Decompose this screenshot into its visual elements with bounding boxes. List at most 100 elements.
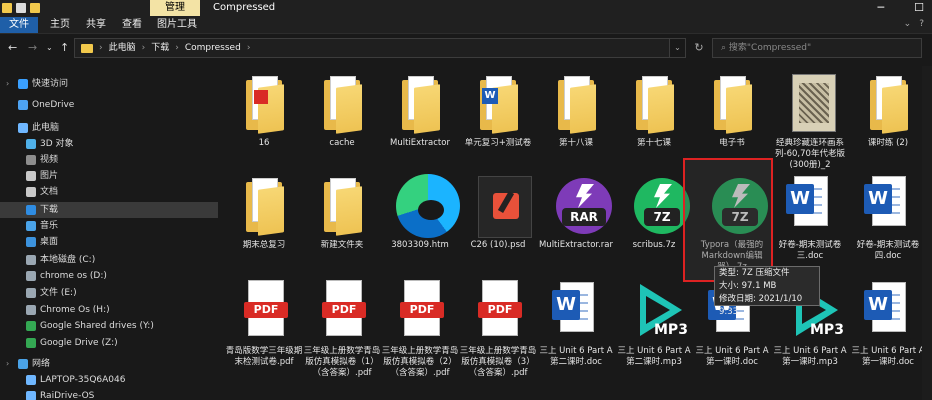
folder-icon xyxy=(318,72,366,136)
file-name-label: 单元复习+测试卷 xyxy=(464,138,532,148)
file-name-label: 三上 Unit 6 Part A 第二课时.mp3 xyxy=(617,346,691,367)
file-name-label: 经典珍藏连环画系列-60,70年代老版(300册)_2 xyxy=(775,138,845,170)
star-icon xyxy=(18,79,28,89)
file-name-label: MultiExtractor xyxy=(390,138,450,148)
pdf-icon: PDF xyxy=(474,280,522,344)
breadcrumb-downloads[interactable]: 下载 xyxy=(151,39,169,57)
tooltip-modified: 修改日期: 2021/1/10 9:33 xyxy=(719,294,803,317)
sidebar-item-label: Chrome Os (H:) xyxy=(40,305,110,315)
expand-chevron-icon[interactable]: › xyxy=(6,76,9,92)
file-name-label: C26 (10).psd xyxy=(470,240,526,250)
selected-item-highlight xyxy=(683,158,773,282)
psd-file-icon xyxy=(474,174,532,238)
file-tooltip: 类型: 7Z 压缩文件 大小: 97.1 MB 修改日期: 2021/1/10 … xyxy=(714,266,820,317)
tab-view[interactable]: 查看 xyxy=(118,17,146,33)
sidebar-item-label: 图片 xyxy=(40,171,59,181)
file-name-label: 三上 Unit 6 Part A 第一课时.doc xyxy=(695,346,769,367)
search-icon: ⌕ xyxy=(721,43,729,53)
sidebar-item[interactable]: 下载 xyxy=(0,202,218,218)
word-document-icon: W xyxy=(552,280,600,344)
drive-icon xyxy=(26,255,36,265)
sidebar-item[interactable]: 此电脑 xyxy=(0,120,218,136)
help-icon[interactable]: ? xyxy=(919,19,924,29)
sidebar-item[interactable]: LAPTOP-35Q6A046 xyxy=(0,372,218,388)
search-placeholder: 搜索"Compressed" xyxy=(728,43,812,53)
sidebar-item[interactable]: 快速访问 › xyxy=(0,76,218,92)
sidebar-item[interactable]: 文件 (E:) xyxy=(0,285,218,301)
sidebar-item[interactable]: Google Drive (Z:) xyxy=(0,335,218,351)
refresh-icon[interactable]: ↻ xyxy=(690,38,708,58)
pdf-icon: PDF xyxy=(240,280,288,344)
explorer-icon[interactable] xyxy=(2,3,12,13)
sidebar-item[interactable]: 音乐 xyxy=(0,218,218,234)
sidebar-item[interactable]: 图片 xyxy=(0,168,218,184)
vertical-scrollbar[interactable] xyxy=(922,66,932,400)
up-arrow-icon[interactable]: ↑ xyxy=(60,41,69,54)
chevron-right-icon[interactable]: › xyxy=(175,39,179,57)
word-document-icon: W xyxy=(786,174,834,238)
sidebar-item-label: 文件 (E:) xyxy=(40,288,77,298)
file-name-label: 好卷-期末测试卷四.doc xyxy=(856,240,920,261)
sidebar-item[interactable]: 视频 xyxy=(0,152,218,168)
recent-locations-icon[interactable]: ⌄ xyxy=(46,43,53,52)
sidebar-item-label: 快速访问 xyxy=(32,79,69,89)
file-name-label: 好卷-期末测试卷三.doc xyxy=(778,240,842,261)
breadcrumb-this-pc[interactable]: 此电脑 xyxy=(109,39,136,57)
sidebar-item-label: 视频 xyxy=(40,155,59,165)
sidebar-item[interactable]: Google Shared drives (Y:) xyxy=(0,318,218,334)
manage-context-tab[interactable]: 管理 xyxy=(150,0,200,16)
google-drive-icon xyxy=(26,338,36,348)
sidebar-item-label: OneDrive xyxy=(32,100,75,110)
file-name-label: 三上 Unit 6 Part A 第一课时.doc xyxy=(851,346,925,367)
sidebar-item-label: 此电脑 xyxy=(32,123,60,133)
tooltip-size: 大小: 97.1 MB xyxy=(719,281,777,291)
maximize-button[interactable]: ☐ xyxy=(914,1,924,14)
file-name-label: MultiExtractor.rar xyxy=(538,240,614,250)
breadcrumb-compressed[interactable]: Compressed xyxy=(185,39,241,57)
documents-icon xyxy=(26,187,36,197)
computer-icon xyxy=(26,375,36,385)
sidebar-item[interactable]: Chrome Os (H:) xyxy=(0,302,218,318)
address-bar[interactable]: › 此电脑 › 下载 › Compressed › xyxy=(74,38,670,58)
expand-ribbon-icon[interactable]: ⌄ xyxy=(904,19,912,29)
chevron-right-icon[interactable]: › xyxy=(99,39,103,57)
tab-home[interactable]: 主页 xyxy=(46,17,74,33)
file-name-label: cache xyxy=(329,138,355,148)
properties-icon[interactable] xyxy=(16,3,26,13)
chevron-right-icon[interactable]: › xyxy=(142,39,146,57)
file-name-label: 三上 Unit 6 Part A 第二课时.doc xyxy=(539,346,613,367)
forward-arrow-icon[interactable]: → xyxy=(28,41,37,54)
sidebar-item[interactable]: chrome os (D:) xyxy=(0,268,218,284)
chevron-right-icon[interactable]: › xyxy=(247,39,251,57)
sidebar-item[interactable]: 网络 › xyxy=(0,356,218,372)
minimize-button[interactable]: ─ xyxy=(878,1,885,14)
tab-share[interactable]: 共享 xyxy=(82,17,110,33)
download-icon xyxy=(26,205,36,215)
search-box[interactable]: ⌕ 搜索"Compressed" xyxy=(712,38,922,58)
sidebar-item-label: 3D 对象 xyxy=(40,139,74,149)
rar-archive-icon: RAR xyxy=(552,174,612,238)
folder-icon xyxy=(81,43,93,53)
pdf-icon: PDF xyxy=(318,280,366,344)
tab-file[interactable]: 文件 xyxy=(0,17,38,33)
folder-icon xyxy=(630,72,678,136)
sidebar-item[interactable]: 本地磁盘 (C:) xyxy=(0,252,218,268)
new-folder-icon[interactable] xyxy=(30,3,40,13)
word-document-icon: W xyxy=(864,280,912,344)
sidebar-item[interactable]: OneDrive xyxy=(0,97,218,113)
sidebar-item[interactable]: 桌面 xyxy=(0,234,218,250)
sidebar-item[interactable]: RaiDrive-OS xyxy=(0,388,218,400)
expand-chevron-icon[interactable]: › xyxy=(6,356,9,372)
folder-icon xyxy=(240,72,288,136)
file-name-label: 三年级上册数学青岛版仿真模拟卷（1）（含答案）.pdf xyxy=(303,346,381,378)
sidebar-item-label: 音乐 xyxy=(40,221,59,231)
back-arrow-icon[interactable]: ← xyxy=(8,41,17,54)
tab-picture-tools[interactable]: 图片工具 xyxy=(154,17,200,33)
address-dropdown-icon[interactable]: ⌄ xyxy=(670,38,686,58)
sidebar-item[interactable]: 文档 xyxy=(0,184,218,200)
sidebar-item[interactable]: 3D 对象 xyxy=(0,136,218,152)
7z-archive-icon: 7Z xyxy=(630,174,690,238)
folder-icon xyxy=(864,72,912,136)
mp3-audio-icon: MP3 xyxy=(630,280,688,344)
folder-icon xyxy=(240,174,288,238)
